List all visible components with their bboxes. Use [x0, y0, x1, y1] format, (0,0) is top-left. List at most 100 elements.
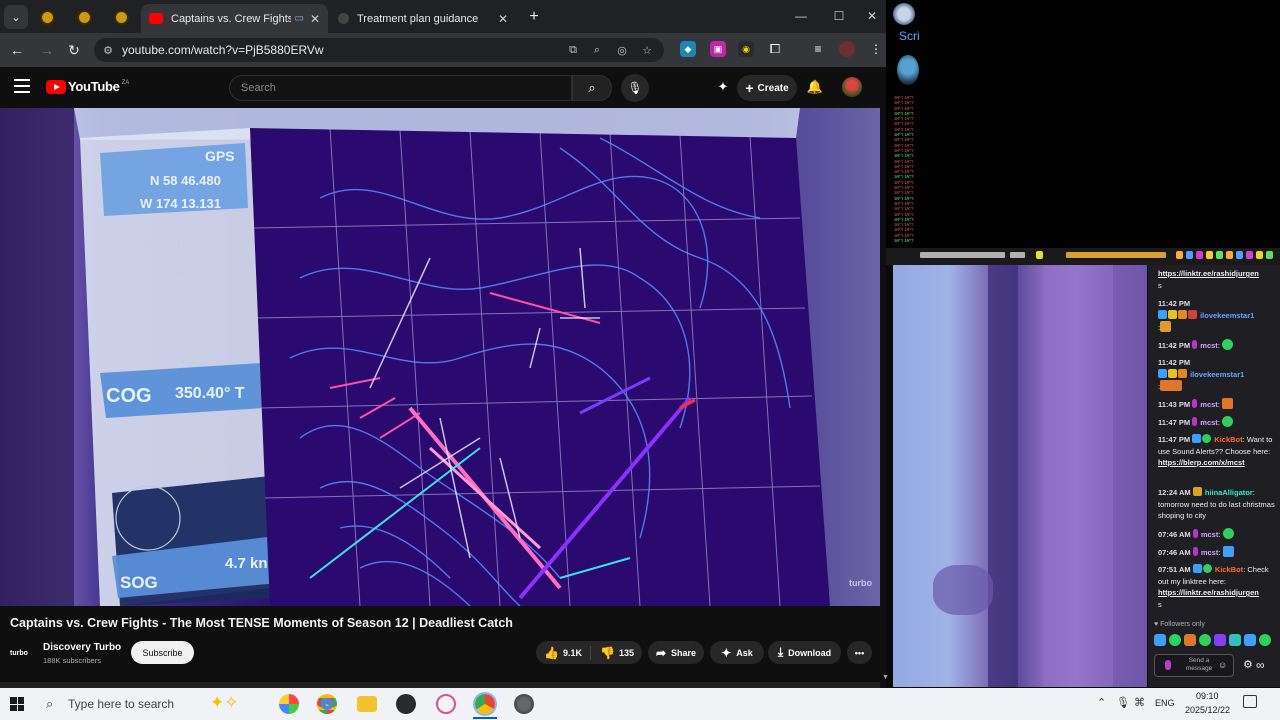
- download-button[interactable]: ⤓ Download: [768, 641, 841, 664]
- chat-message-input[interactable]: Send a message ☺: [1154, 654, 1234, 677]
- microphone-icon[interactable]: [1165, 660, 1171, 670]
- chat-username[interactable]: KickBot: [1214, 435, 1242, 444]
- clock-time[interactable]: 09:10: [1196, 691, 1219, 701]
- more-actions-button[interactable]: •••: [847, 641, 872, 664]
- emote-icon[interactable]: [1169, 634, 1181, 646]
- chat-username[interactable]: mcst: [1200, 400, 1218, 409]
- emote-icon[interactable]: [1244, 634, 1256, 646]
- tab-close-icon[interactable]: ✕: [310, 12, 320, 26]
- copilot-app-icon[interactable]: [279, 694, 299, 714]
- chat-link[interactable]: https://linktr.ee/rashidjurgen: [1158, 588, 1259, 597]
- emote-icon[interactable]: [1206, 251, 1213, 259]
- search-input[interactable]: [230, 76, 571, 100]
- profile-avatar-icon[interactable]: [839, 41, 855, 57]
- ai-sparkle-button[interactable]: ✦: [714, 78, 732, 96]
- app-icon[interactable]: [396, 694, 416, 714]
- infinity-icon[interactable]: ∞: [1256, 658, 1265, 672]
- chat-username[interactable]: mcst: [1200, 341, 1218, 350]
- tab-search-button[interactable]: ⌄: [4, 5, 28, 29]
- emote-icon[interactable]: [1154, 634, 1166, 646]
- chat-username[interactable]: hiinaAlligator: [1205, 488, 1253, 497]
- pinned-tab-2[interactable]: [69, 5, 99, 29]
- chevron-up-icon[interactable]: ⌃: [1097, 696, 1106, 709]
- channel-avatar[interactable]: turbo: [10, 643, 36, 663]
- chrome-profile-app-icon[interactable]: [475, 694, 495, 714]
- chat-link[interactable]: https://linktr.ee/rashidjurgen: [1158, 269, 1259, 278]
- close-window-button[interactable]: ✕: [858, 6, 886, 26]
- extension-2-icon[interactable]: ▣: [710, 41, 726, 57]
- clock-date[interactable]: 2025/12/22: [1185, 705, 1230, 715]
- sparkle-icon[interactable]: ✦✧: [210, 693, 239, 713]
- emoji-picker-icon[interactable]: ☺: [1218, 660, 1227, 670]
- chrome-app-icon[interactable]: [317, 694, 337, 714]
- notifications-button[interactable]: 🔔: [806, 78, 824, 96]
- install-app-icon[interactable]: ⧉: [564, 42, 582, 58]
- chat-username[interactable]: ilovekeemstar1: [1200, 311, 1254, 320]
- emote-icon[interactable]: [1266, 251, 1273, 259]
- subscribe-button[interactable]: Subscribe: [131, 641, 194, 664]
- windows-start-icon[interactable]: [10, 697, 24, 711]
- taskbar-search-input[interactable]: Type here to search: [68, 697, 174, 711]
- emote-icon[interactable]: [1226, 251, 1233, 259]
- pinned-tab-1[interactable]: [32, 5, 62, 29]
- zoom-icon[interactable]: ⌕: [588, 42, 606, 58]
- scroll-down-arrow-icon[interactable]: ▼: [882, 674, 889, 681]
- new-tab-button[interactable]: +: [522, 5, 546, 29]
- chat-username[interactable]: ilovekeemstar1: [1190, 370, 1244, 379]
- ask-button[interactable]: ✦ Ask: [710, 641, 764, 664]
- site-info-icon[interactable]: ⚙: [94, 44, 122, 57]
- emote-icon[interactable]: [1229, 634, 1241, 646]
- media-controls-icon[interactable]: ≡: [810, 41, 826, 57]
- app-icon[interactable]: [436, 694, 456, 714]
- emote-icon[interactable]: [1256, 251, 1263, 259]
- back-button[interactable]: ←: [6, 40, 28, 60]
- emote-icon[interactable]: [1214, 634, 1226, 646]
- address-bar[interactable]: ⚙ youtube.com/watch?v=PjB5880ERVw ⧉ ⌕ ◎ …: [94, 38, 664, 62]
- hamburger-menu-icon[interactable]: [14, 79, 30, 93]
- account-avatar[interactable]: [842, 77, 862, 97]
- search-icon[interactable]: ⌕: [46, 696, 53, 712]
- voice-search-button[interactable]: 🎙: [621, 74, 649, 102]
- extension-1-icon[interactable]: ◆: [680, 41, 696, 57]
- maximize-button[interactable]: ☐: [822, 6, 856, 26]
- chat-username[interactable]: KickBot: [1215, 565, 1243, 574]
- profile-picture[interactable]: [893, 3, 915, 25]
- notifications-icon[interactable]: [1243, 695, 1257, 708]
- chat-username[interactable]: mcst: [1200, 418, 1218, 427]
- emote-icon[interactable]: [1199, 634, 1211, 646]
- file-explorer-icon[interactable]: [357, 696, 377, 712]
- bookmark-star-icon[interactable]: ☆: [638, 42, 656, 58]
- search-field[interactable]: [229, 75, 572, 101]
- create-button[interactable]: + Create: [737, 75, 797, 101]
- browser-menu-icon[interactable]: ⋮: [868, 41, 884, 57]
- network-icon[interactable]: ⌘: [1134, 696, 1145, 709]
- language-indicator[interactable]: ENG: [1155, 698, 1175, 708]
- tab-close-icon[interactable]: ✕: [498, 12, 508, 26]
- like-button[interactable]: 👍 9.1K: [544, 645, 591, 660]
- minimize-button[interactable]: —: [784, 6, 818, 26]
- dislike-button[interactable]: 👎 135: [596, 646, 634, 660]
- emote-icon[interactable]: [1186, 251, 1193, 259]
- emote-icon[interactable]: [1236, 251, 1243, 259]
- stream-video[interactable]: [893, 265, 1147, 687]
- video-player[interactable]: GPS N 58 46.480 W 174 13.131 1/28/2016 1…: [0, 108, 880, 606]
- reload-button[interactable]: ↻: [63, 40, 85, 60]
- chat-link[interactable]: https://blerp.com/x/mcst: [1158, 458, 1245, 467]
- emote-icon[interactable]: [1259, 634, 1271, 646]
- emote-icon[interactable]: [1216, 251, 1223, 259]
- chat-settings-icon[interactable]: ⚙: [1243, 658, 1253, 671]
- emote-icon[interactable]: [1176, 251, 1183, 259]
- extensions-puzzle-icon[interactable]: ⧠: [767, 41, 783, 57]
- tab-treatment-plan[interactable]: Treatment plan guidance ✕: [330, 4, 516, 33]
- emote-icon[interactable]: [1036, 251, 1043, 259]
- youtube-logo[interactable]: YouTube ZA: [46, 79, 129, 94]
- share-button[interactable]: ➦ Share: [648, 641, 704, 664]
- pinned-tab-3[interactable]: [106, 5, 136, 29]
- app-icon[interactable]: [514, 694, 534, 714]
- chat-username[interactable]: mcst: [1201, 548, 1219, 557]
- extension-3-icon[interactable]: ◉: [738, 41, 754, 57]
- emote-icon[interactable]: [1246, 251, 1253, 259]
- microphone-icon[interactable]: 🎙: [1116, 696, 1130, 709]
- emote-icon[interactable]: [1196, 251, 1203, 259]
- channel-name[interactable]: Discovery Turbo: [43, 642, 121, 653]
